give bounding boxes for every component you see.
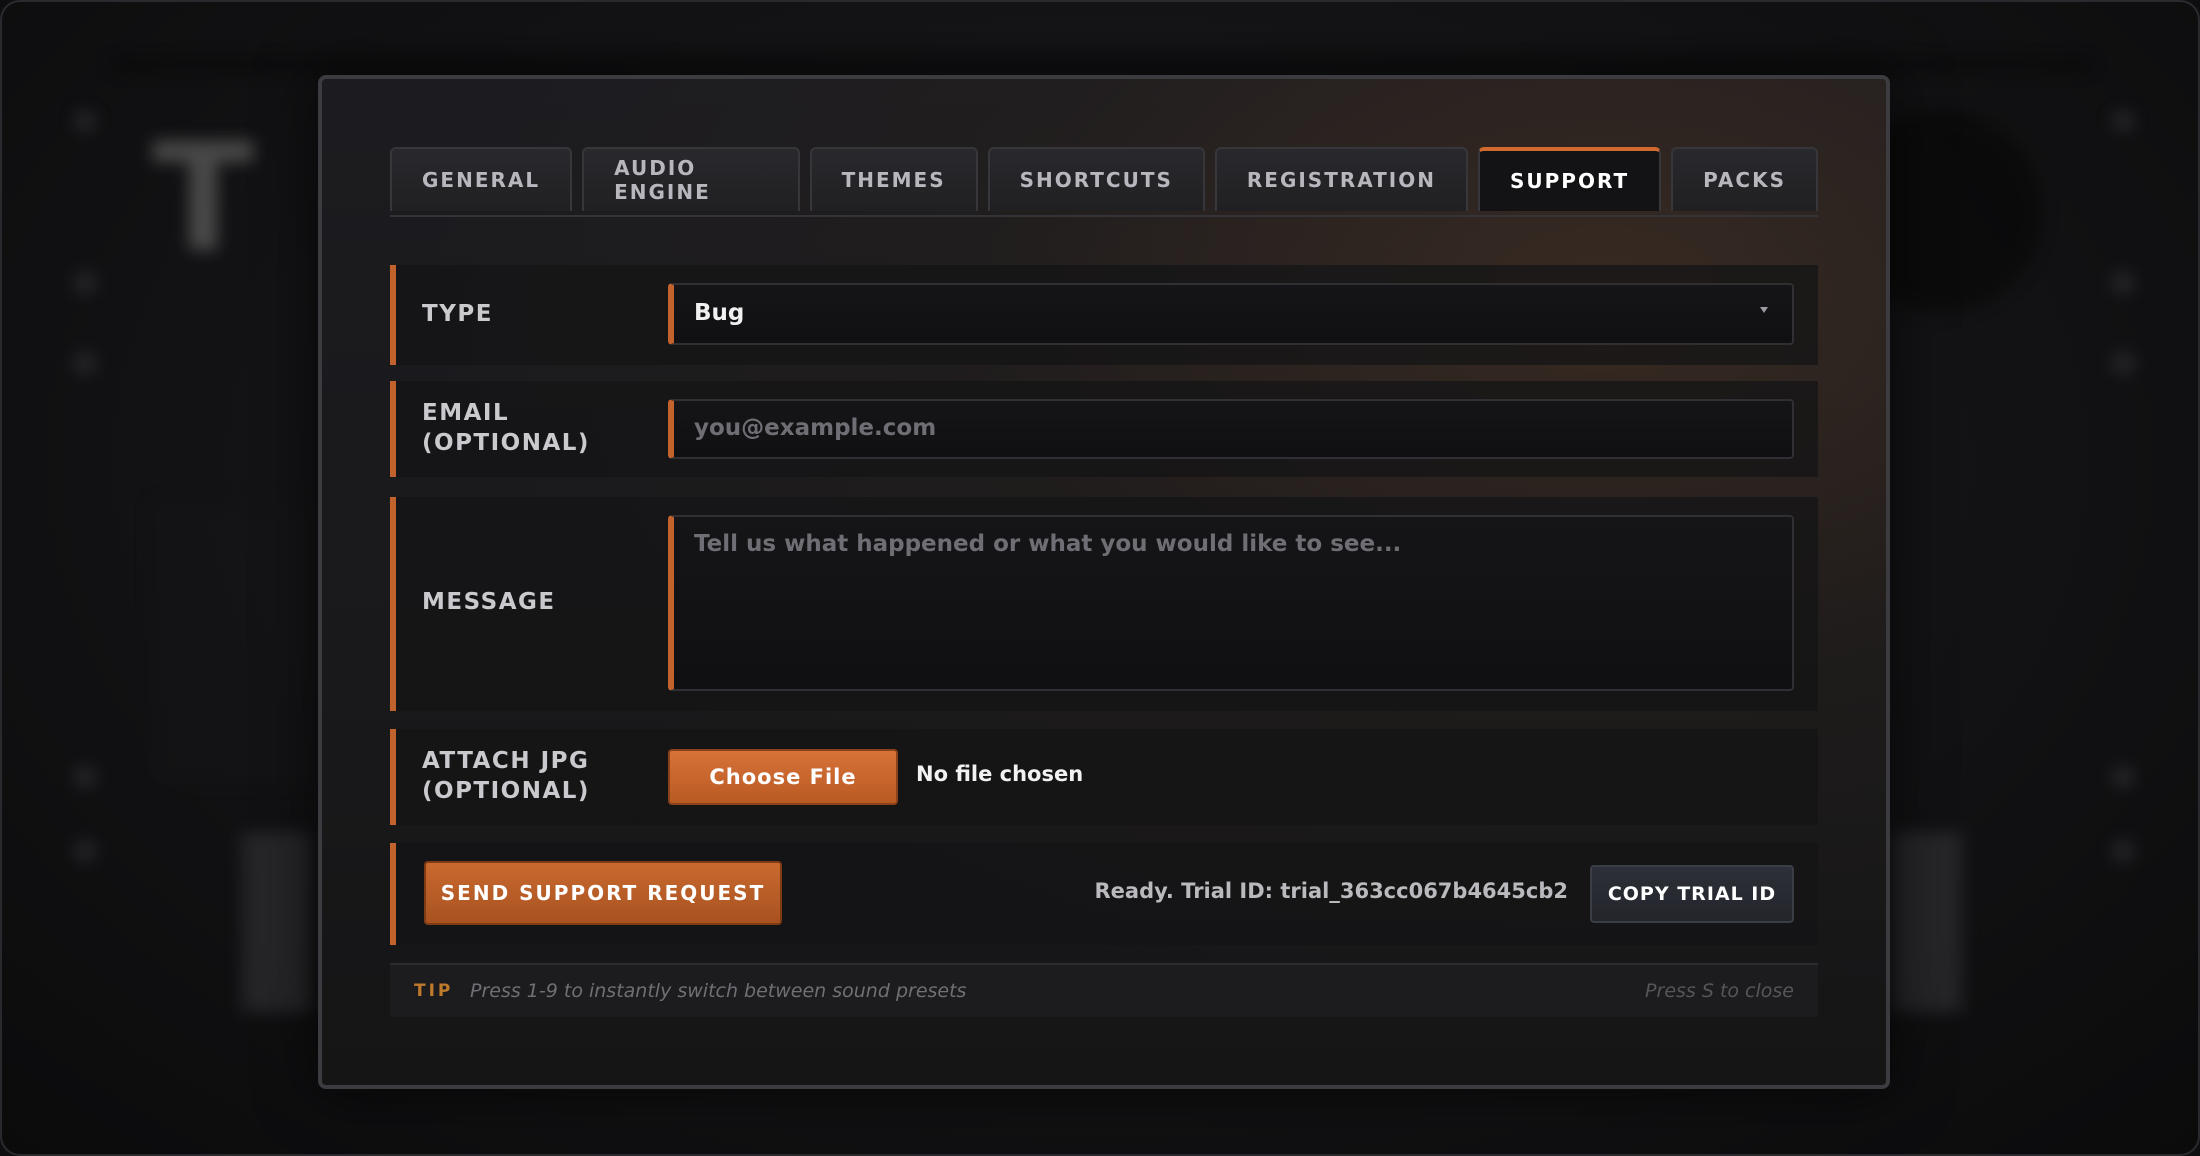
email-row: EMAIL (OPTIONAL) you@example.com (390, 381, 1818, 477)
email-label-line2: (OPTIONAL) (422, 430, 590, 456)
background-dot (74, 766, 96, 788)
copy-trial-id-button[interactable]: COPY TRIAL ID (1590, 865, 1794, 923)
background-title: T (152, 112, 255, 286)
tab-audio-engine[interactable]: AUDIO ENGINE (582, 147, 800, 211)
background-key (242, 832, 312, 1012)
tab-shortcuts[interactable]: SHORTCUTS (987, 147, 1205, 211)
file-status: No file chosen (916, 762, 1084, 786)
background-dot (2112, 110, 2134, 132)
close-hint: Press S to close (1645, 980, 1794, 1002)
choose-file-button[interactable]: Choose File (668, 749, 898, 805)
type-row: TYPE Bug (390, 265, 1818, 365)
type-select-value: Bug (694, 300, 745, 326)
app-window: T GENERAL AUDIO ENGINE THEMES SHORTCUTS … (0, 0, 2200, 1156)
background-dot (74, 110, 96, 132)
attach-row: ATTACH JPG (OPTIONAL) Choose File No fil… (390, 729, 1818, 825)
background-dot (2112, 766, 2134, 788)
type-label: TYPE (422, 301, 493, 327)
tab-packs[interactable]: PACKS (1671, 147, 1818, 211)
background-dot (74, 352, 96, 374)
attach-label-line1: ATTACH JPG (422, 748, 590, 774)
message-placeholder: Tell us what happened or what you would … (694, 531, 1402, 557)
tab-themes[interactable]: THEMES (809, 147, 978, 211)
tip-text: Press 1-9 to instantly switch between so… (470, 980, 967, 1002)
chevron-down-icon (1760, 307, 1768, 313)
background-dot (2112, 272, 2134, 294)
action-row: SEND SUPPORT REQUEST Ready. Trial ID: tr… (390, 843, 1818, 945)
attach-label: ATTACH JPG (OPTIONAL) (422, 746, 590, 806)
background-dot (2112, 840, 2134, 862)
settings-modal: GENERAL AUDIO ENGINE THEMES SHORTCUTS RE… (318, 75, 1890, 1089)
tip-label: TIP (414, 981, 454, 1001)
email-label-line1: EMAIL (422, 400, 510, 426)
background-panel (152, 502, 332, 782)
message-row: MESSAGE Tell us what happened or what yo… (390, 497, 1818, 711)
background-key (1892, 832, 1962, 1012)
tip-bar: TIP Press 1-9 to instantly switch betwee… (390, 963, 1818, 1017)
send-support-request-button[interactable]: SEND SUPPORT REQUEST (424, 861, 782, 925)
background-top-bar (112, 60, 2092, 70)
settings-tabs: GENERAL AUDIO ENGINE THEMES SHORTCUTS RE… (390, 147, 1818, 217)
attach-label-line2: (OPTIONAL) (422, 778, 590, 804)
message-textarea[interactable]: Tell us what happened or what you would … (668, 515, 1794, 691)
tab-registration[interactable]: REGISTRATION (1214, 147, 1468, 211)
background-dot (2112, 352, 2134, 374)
email-placeholder: you@example.com (694, 415, 937, 441)
type-select[interactable]: Bug (668, 283, 1794, 345)
tab-support[interactable]: SUPPORT (1478, 147, 1662, 211)
email-label: EMAIL (OPTIONAL) (422, 398, 590, 458)
background-dot (74, 840, 96, 862)
status-text: Ready. Trial ID: trial_363cc067b4645cb2 (1094, 879, 1568, 903)
tab-general[interactable]: GENERAL (390, 147, 573, 211)
email-field[interactable]: you@example.com (668, 399, 1794, 459)
message-label: MESSAGE (422, 589, 556, 615)
background-dot (74, 272, 96, 294)
